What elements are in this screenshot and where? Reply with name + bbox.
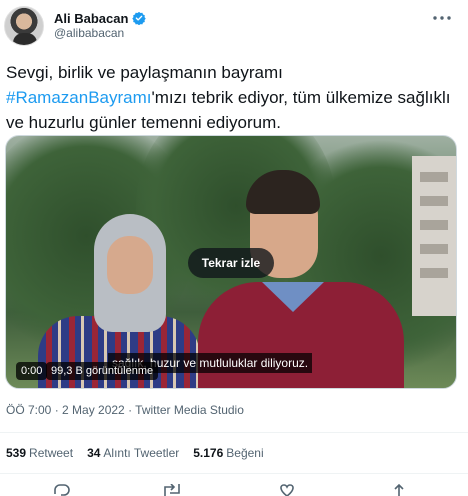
tweet-timestamp[interactable]: ÖÖ 7:00 · 2 May 2022 · Twitter Media Stu…: [6, 403, 244, 417]
action-bar: [0, 484, 468, 496]
hashtag-link[interactable]: #RamazanBayramı: [6, 88, 152, 107]
likes-stat[interactable]: 5.176 Beğeni: [193, 446, 263, 460]
replay-button[interactable]: Tekrar izle: [188, 248, 274, 278]
video-player[interactable]: Tekrar izle sağlık, huzur ve mutluluklar…: [5, 135, 457, 389]
display-name[interactable]: Ali Babacan: [54, 11, 128, 26]
background-building: [412, 156, 456, 316]
retweets-stat[interactable]: 539 Retweet: [6, 446, 73, 460]
tweet-header: Ali Babacan @alibabacan: [0, 0, 468, 56]
divider: [0, 432, 468, 433]
avatar[interactable]: [4, 6, 44, 46]
quotes-stat[interactable]: 34 Alıntı Tweetler: [87, 446, 179, 460]
retweet-icon[interactable]: [162, 484, 182, 496]
share-icon[interactable]: [389, 484, 409, 496]
tweet-text: Sevgi, birlik ve paylaşmanın bayramı #Ra…: [6, 60, 462, 135]
name-row: Ali Babacan: [54, 9, 147, 27]
more-options-icon[interactable]: [430, 8, 454, 28]
reply-icon[interactable]: [52, 484, 72, 496]
like-icon[interactable]: [277, 484, 297, 496]
user-handle[interactable]: @alibabacan: [54, 26, 124, 40]
verified-badge-icon: [132, 11, 147, 25]
engagement-stats: 539 Retweet 34 Alıntı Tweetler 5.176 Beğeni: [6, 446, 264, 460]
video-views: 99,3 B görüntülenme: [46, 362, 159, 380]
tweet-text-part1: Sevgi, birlik ve paylaşmanın bayramı: [6, 63, 283, 82]
video-time: 0:00: [16, 362, 48, 380]
divider: [0, 473, 468, 474]
